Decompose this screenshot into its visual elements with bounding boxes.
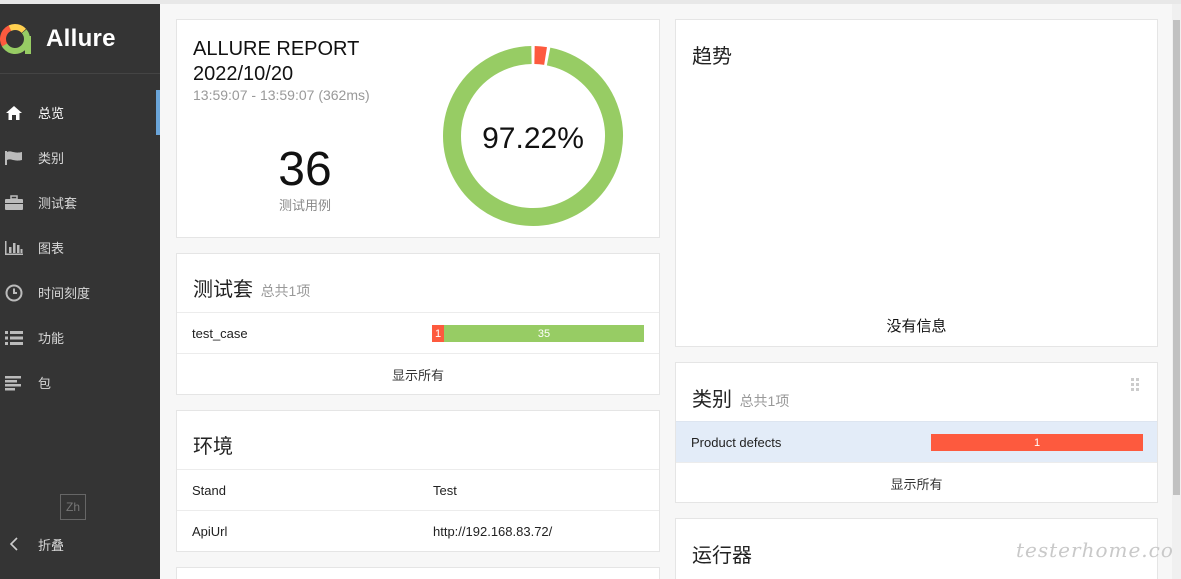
suites-title: 测试套 xyxy=(193,279,253,301)
failed-arc[interactable] xyxy=(534,46,547,65)
report-title: ALLURE REPORT xyxy=(193,38,360,60)
watermark: testerhome.com xyxy=(1016,538,1181,562)
sidebar-item-categories[interactable]: 类别 xyxy=(0,135,160,180)
chevron-left-icon xyxy=(0,537,28,551)
suites-title-row: 测试套 总共1项 xyxy=(177,273,310,302)
next-widget xyxy=(176,567,660,579)
table-row[interactable]: Product defects 1 xyxy=(676,421,1157,462)
sidebar-item-label: 测试套 xyxy=(38,196,78,211)
env-key: Stand xyxy=(192,482,226,498)
sidebar-item-label: 总览 xyxy=(38,106,65,121)
passed-segment: 35 xyxy=(444,325,644,342)
allure-logo-icon xyxy=(0,23,31,54)
sidebar-item-label: 功能 xyxy=(38,331,65,346)
environment-title: 环境 xyxy=(193,436,233,458)
top-border xyxy=(0,0,1181,4)
env-value: http://192.168.83.72/ xyxy=(433,524,553,539)
sidebar-item-behaviors[interactable]: 功能 xyxy=(0,315,160,360)
brand-name: Allure xyxy=(46,24,116,52)
sidebar-item-label: 类别 xyxy=(38,151,65,166)
env-value: Test xyxy=(433,482,457,498)
sidebar-item-label: 时间刻度 xyxy=(38,286,91,301)
clock-icon xyxy=(0,284,28,302)
list-icon xyxy=(0,330,28,346)
suites-subtitle: 总共1项 xyxy=(260,283,311,299)
show-all-link[interactable]: 显示所有 xyxy=(676,462,1157,503)
sidebar-item-graphs[interactable]: 图表 xyxy=(0,225,160,270)
bar-chart-icon xyxy=(0,240,28,256)
flag-icon xyxy=(0,150,28,166)
table-row: ApiUrl http://192.168.83.72/ xyxy=(177,510,659,552)
collapse-button[interactable]: 折叠 xyxy=(0,529,64,559)
trend-title: 趋势 xyxy=(692,46,732,68)
sidebar-item-label: 包 xyxy=(38,376,52,391)
categories-widget: 类别 总共1项 Product defects 1 显示所有 xyxy=(675,362,1158,503)
sidebar-item-overview[interactable]: 总览 xyxy=(0,90,160,135)
report-date: 2022/10/20 xyxy=(193,63,294,85)
sidebar-item-packages[interactable]: 包 xyxy=(0,360,160,405)
table-row[interactable]: test_case 1 35 xyxy=(177,312,659,353)
sidebar-item-label: 图表 xyxy=(38,241,65,256)
table-row: Stand Test xyxy=(177,469,659,510)
summary-widget: ALLURE REPORT 2022/10/20 13:59:07 - 13:5… xyxy=(176,19,660,238)
environment-widget: 环境 Stand Test ApiUrl http://192.168.83.7… xyxy=(176,410,660,552)
failed-count: 1 xyxy=(434,327,442,340)
suite-name: test_case xyxy=(192,325,248,341)
failed-count: 1 xyxy=(1033,436,1041,449)
sidebar-item-suites[interactable]: 测试套 xyxy=(0,180,160,225)
suites-widget: 测试套 总共1项 test_case 1 35 显示所有 xyxy=(176,253,660,395)
suite-status-bar: 1 35 xyxy=(432,325,644,342)
failed-segment: 1 xyxy=(432,325,444,342)
home-icon xyxy=(0,105,28,121)
env-key: ApiUrl xyxy=(192,524,228,539)
success-percent: 97.22% xyxy=(482,122,584,155)
success-donut-chart: 97.22% xyxy=(443,46,623,226)
category-name: Product defects xyxy=(691,434,782,450)
briefcase-icon xyxy=(0,194,28,211)
executors-title: 运行器 xyxy=(692,545,752,567)
categories-title: 类别 xyxy=(692,389,732,411)
brand[interactable]: Allure xyxy=(0,4,160,74)
test-count: 36 xyxy=(278,143,332,196)
scrollbar-thumb[interactable] xyxy=(1173,20,1180,495)
report-time: 13:59:07 - 13:59:07 (362ms) xyxy=(193,87,370,103)
language-switcher[interactable]: Zh xyxy=(60,494,86,520)
show-all-label: 显示所有 xyxy=(890,476,943,492)
align-left-icon xyxy=(0,375,28,391)
drag-handle-icon[interactable] xyxy=(1131,378,1139,397)
sidebar: Allure 总览 类别 测试套 图表 时间刻度 功能 包 Zh 折叠 xyxy=(0,4,160,579)
show-all-label: 显示所有 xyxy=(391,368,444,383)
sidebar-nav: 总览 类别 测试套 图表 时间刻度 功能 包 xyxy=(0,90,160,405)
categories-title-row: 类别 总共1项 xyxy=(676,383,789,412)
categories-subtitle: 总共1项 xyxy=(739,393,790,409)
failed-segment: 1 xyxy=(931,434,1143,451)
passed-count: 35 xyxy=(537,327,551,340)
category-status-bar: 1 xyxy=(931,434,1143,451)
scrollbar[interactable] xyxy=(1172,4,1181,579)
trend-empty-message: 没有信息 xyxy=(886,318,947,335)
collapse-label: 折叠 xyxy=(38,537,65,553)
sidebar-item-timeline[interactable]: 时间刻度 xyxy=(0,270,160,315)
trend-widget: 趋势 没有信息 xyxy=(675,19,1158,347)
show-all-link[interactable]: 显示所有 xyxy=(177,353,659,395)
test-count-label: 测试用例 xyxy=(278,198,331,213)
